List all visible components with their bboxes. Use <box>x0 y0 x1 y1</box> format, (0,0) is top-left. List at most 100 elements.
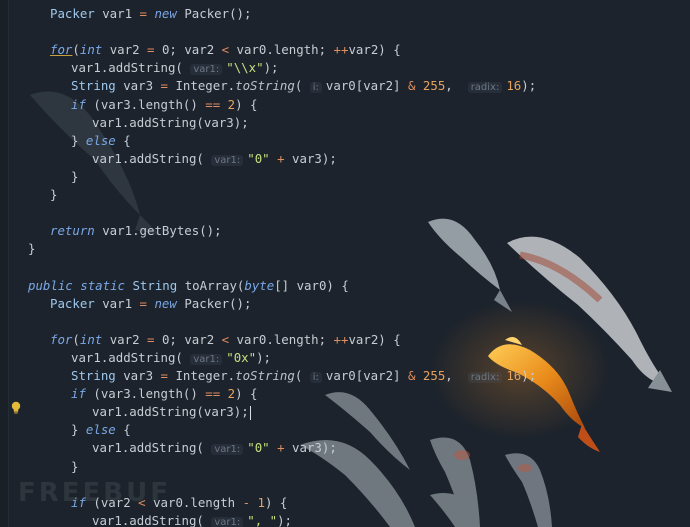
code-token: byte <box>244 277 275 293</box>
code-token: ); <box>521 78 537 94</box>
code-token: ++ <box>333 331 349 347</box>
code-token: var1.addString( <box>71 60 191 76</box>
code-line[interactable]: Packer var1 = new Packer(); <box>50 295 251 313</box>
code-token: ( <box>72 331 80 347</box>
code-token: ( <box>72 42 80 58</box>
code-line[interactable]: if (var3.length() == 2) { <box>71 385 258 403</box>
code-token: toString <box>235 78 295 94</box>
text-cursor <box>249 405 251 420</box>
code-line[interactable]: } <box>50 186 57 204</box>
code-editor[interactable]: Packer var1 = new Packer(); for(int var2 … <box>0 0 690 527</box>
code-line[interactable]: var1.addString( var1: "0" + var3); <box>92 150 337 168</box>
code-token: ) { <box>235 386 258 402</box>
code-line[interactable]: } else { <box>71 421 131 439</box>
code-token: = <box>160 78 168 94</box>
code-token: 0; var2 <box>154 42 222 58</box>
code-token: } <box>71 132 86 148</box>
code-token: var1 <box>94 6 140 21</box>
code-token: , <box>445 368 468 383</box>
code-token: var1.addString( <box>92 440 212 456</box>
code-line[interactable]: } <box>28 240 35 258</box>
code-line[interactable]: } <box>71 458 78 476</box>
code-token: var2) { <box>348 42 401 58</box>
code-token: { <box>115 422 131 438</box>
parameter-hint: var1: <box>190 353 223 365</box>
code-token: < <box>221 331 230 347</box>
code-token: var0.length; <box>229 42 334 58</box>
code-token: ( <box>294 78 310 94</box>
code-token: , <box>445 78 468 94</box>
code-token: toArray( <box>177 277 245 293</box>
code-line[interactable]: Packer var1 = new Packer(); <box>50 5 251 23</box>
code-token: var0.length; <box>229 331 334 347</box>
code-token: var1.addString(var3); <box>92 114 249 130</box>
parameter-hint: var1: <box>211 516 244 527</box>
code-token: var1.addString( <box>92 150 212 166</box>
code-token: var2 <box>102 42 148 58</box>
code-token: var3 <box>115 368 161 383</box>
code-token: return <box>50 223 95 239</box>
code-token: new <box>154 295 177 311</box>
parameter-hint: i: <box>309 82 322 94</box>
code-line[interactable]: String var3 = Integer.toString( i: var0[v… <box>71 367 536 385</box>
code-line[interactable]: var1.addString( var1: ", "); <box>92 512 292 527</box>
code-token: for <box>50 42 73 58</box>
code-line[interactable]: var1.addString( var1: "0" + var3); <box>92 439 337 457</box>
code-area[interactable]: Packer var1 = new Packer(); for(int var2 … <box>0 0 690 527</box>
code-line[interactable]: for(int var2 = 0; var2 < var0.length; ++… <box>50 41 401 59</box>
code-token: ) { <box>235 96 258 112</box>
watermark: FREEBUF <box>18 478 171 508</box>
code-line[interactable]: var1.addString(var3); <box>92 114 249 132</box>
lightbulb-icon[interactable] <box>10 401 22 415</box>
code-line[interactable]: var1.addString( var1: "\\x"); <box>71 59 278 77</box>
code-token: "0" <box>247 150 270 166</box>
code-token: var3); <box>284 440 337 456</box>
code-token: var3); <box>284 150 337 166</box>
code-token: String <box>71 78 116 94</box>
code-line[interactable]: if (var3.length() == 2) { <box>71 96 258 114</box>
code-token: var2) { <box>348 331 401 347</box>
code-line[interactable]: } else { <box>71 132 131 150</box>
code-token: (var3.length() <box>85 386 206 402</box>
parameter-hint: var1: <box>211 444 244 456</box>
code-token: public <box>28 277 73 293</box>
code-token: [] var0) { <box>274 277 349 293</box>
code-token: = <box>160 368 168 383</box>
parameter-hint: radix: <box>467 372 503 383</box>
code-token: Packer <box>50 295 95 311</box>
code-token: < <box>221 42 230 58</box>
code-token: var0[var2] <box>325 368 408 383</box>
code-token: } <box>71 422 86 438</box>
code-token: new <box>154 6 177 21</box>
code-line[interactable]: public static String toArray(byte[] var0… <box>28 277 349 295</box>
parameter-hint: var1: <box>190 64 223 76</box>
code-line[interactable]: String var3 = Integer.toString( i: var0[v… <box>71 77 536 95</box>
code-line[interactable]: var1.addString(var3); <box>92 403 251 421</box>
parameter-hint: i: <box>309 372 322 383</box>
code-token: var1.getBytes(); <box>94 223 222 239</box>
code-token: ); <box>521 368 537 383</box>
code-token: var3 <box>115 78 161 94</box>
code-token: 255 <box>422 368 446 383</box>
code-token: ); <box>263 60 279 76</box>
code-token: var1.addString(var3); <box>92 404 249 420</box>
code-token: == <box>205 386 221 402</box>
code-line[interactable]: var1.addString( var1: "0x"); <box>71 349 271 367</box>
code-line[interactable]: } <box>71 168 78 186</box>
parameter-hint: radix: <box>467 82 503 94</box>
code-token: 0; var2 <box>154 331 222 347</box>
code-token: static <box>80 277 125 293</box>
code-token: = <box>139 6 147 21</box>
code-line[interactable]: for(int var2 = 0; var2 < var0.length; ++… <box>50 331 401 349</box>
code-token: + <box>277 440 285 456</box>
code-line[interactable]: return var1.getBytes(); <box>50 222 222 240</box>
code-token: } <box>50 187 58 202</box>
code-token: (var3.length() <box>85 96 206 112</box>
code-token: if <box>71 96 86 112</box>
code-token: Packer <box>50 6 95 21</box>
